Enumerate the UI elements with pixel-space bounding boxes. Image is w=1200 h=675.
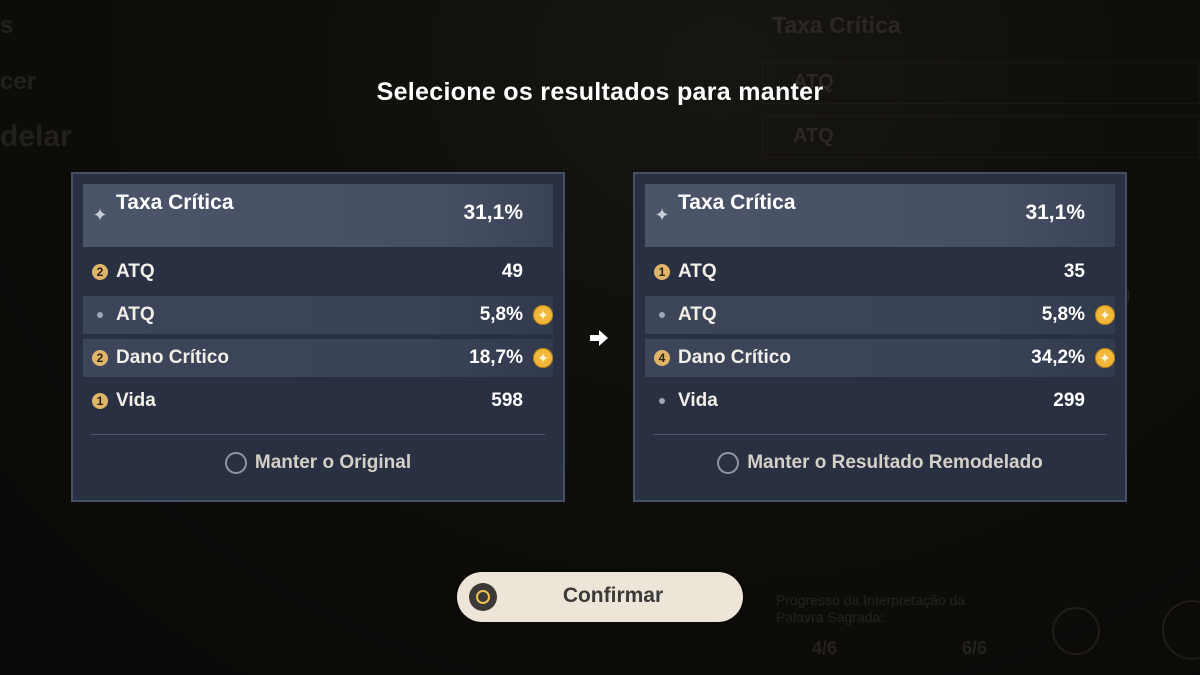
main-stat-label: Taxa Crítica: [116, 191, 234, 214]
bullet-icon: [659, 312, 665, 318]
radio-button[interactable]: [224, 452, 247, 474]
sub-stat-label: ATQ: [678, 261, 717, 282]
sub-stat-label: Vida: [116, 390, 156, 411]
sub-stat-row: 2 Dano Crítico 18,7%: [83, 339, 553, 377]
sub-stat-row: 1 ATQ 35: [645, 253, 1115, 291]
keep-remodeled-label[interactable]: Manter o Resultado Remodelado: [747, 452, 1043, 474]
gold-star-icon: [533, 348, 553, 368]
main-stat-value: 31,1%: [463, 201, 523, 224]
sub-stat-value: 299: [1053, 390, 1085, 411]
gold-star-icon: [1095, 348, 1115, 368]
sub-stat-value: 34,2%: [1031, 347, 1085, 368]
main-stat-label: Taxa Crítica: [678, 191, 796, 214]
sub-stat-label: ATQ: [116, 261, 155, 282]
sub-stat-label: Dano Crítico: [116, 347, 229, 368]
keep-remodeled-option[interactable]: Manter o Resultado Remodelado: [635, 452, 1125, 474]
sub-stat-value: 5,8%: [1041, 304, 1085, 325]
bullet-icon: [97, 312, 103, 318]
sparkle-icon: ✦: [92, 205, 108, 225]
arrow-right-icon: [590, 330, 608, 346]
sub-stat-row: 1 Vida 598: [83, 382, 553, 420]
sub-stat-row: 2 ATQ 49: [83, 253, 553, 291]
dialog-title: Selecione os resultados para manter: [376, 78, 824, 106]
roll-count-badge: 1: [654, 264, 670, 280]
roll-count-badge: 1: [92, 393, 108, 409]
confirm-label[interactable]: Confirmar: [457, 584, 743, 608]
sub-stat-row: ATQ 5,8%: [645, 296, 1115, 334]
bullet-icon: [659, 398, 665, 404]
gold-star-icon: [533, 305, 553, 325]
main-stat-row: ✦ Taxa Crítica 31,1%: [645, 184, 1115, 247]
sub-stat-value: 18,7%: [469, 347, 523, 368]
sub-stat-row: ATQ 5,8%: [83, 296, 553, 334]
confirm-button[interactable]: Confirmar: [457, 572, 743, 622]
sub-stat-value: 598: [491, 390, 523, 411]
divider: [91, 434, 545, 435]
radio-button[interactable]: [717, 452, 740, 474]
sub-stat-value: 35: [1063, 261, 1085, 282]
keep-original-label[interactable]: Manter o Original: [255, 452, 411, 474]
sub-stat-label: Dano Crítico: [678, 347, 791, 368]
sub-stat-label: ATQ: [116, 304, 155, 325]
sub-stat-value: 5,8%: [479, 304, 523, 325]
remodeled-result-panel[interactable]: ✦ Taxa Crítica 31,1% 1 ATQ 35 ATQ 5,8% 4…: [633, 172, 1127, 502]
sub-stat-label: ATQ: [678, 304, 717, 325]
gold-star-icon: [1095, 305, 1115, 325]
sub-stat-label: Vida: [678, 390, 718, 411]
original-result-panel[interactable]: ✦ Taxa Crítica 31,1% 2 ATQ 49 ATQ 5,8% 2…: [71, 172, 565, 502]
roll-count-badge: 2: [92, 264, 108, 280]
roll-count-badge: 4: [654, 350, 670, 366]
sparkle-icon: ✦: [654, 205, 670, 225]
main-stat-value: 31,1%: [1025, 201, 1085, 224]
sub-stat-row: Vida 299: [645, 382, 1115, 420]
sub-stat-value: 49: [501, 261, 523, 282]
keep-original-option[interactable]: Manter o Original: [73, 452, 563, 474]
sub-stat-row: 4 Dano Crítico 34,2%: [645, 339, 1115, 377]
main-stat-row: ✦ Taxa Crítica 31,1%: [83, 184, 553, 247]
divider: [653, 434, 1107, 435]
roll-count-badge: 2: [92, 350, 108, 366]
